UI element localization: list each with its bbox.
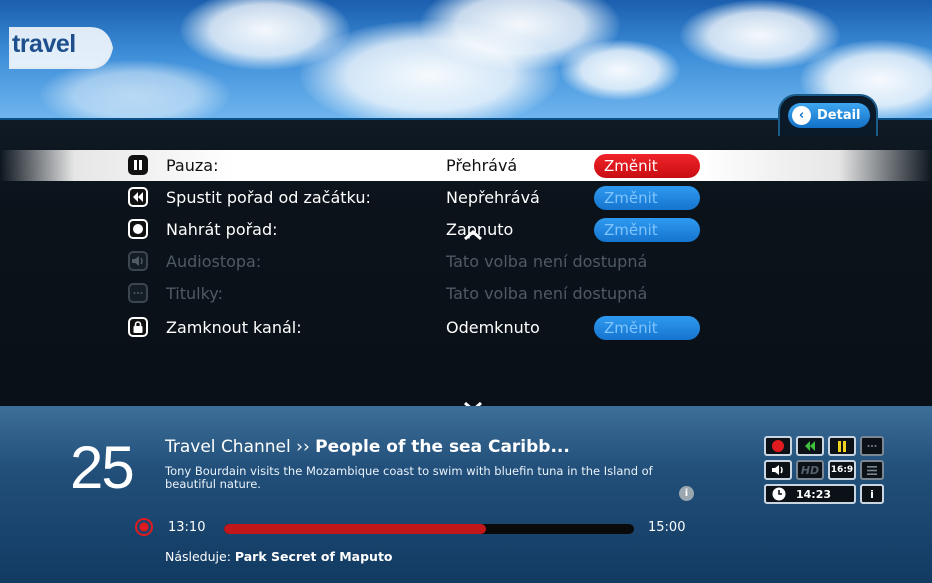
- audio-icon: [764, 460, 792, 480]
- pause-icon: [128, 155, 148, 175]
- program-description: Tony Bourdain visits the Mozambique coas…: [165, 464, 653, 491]
- program-info-bar: 25 Travel Channel ›› People of the sea C…: [0, 406, 932, 583]
- option-value: Tato volba není dostupná: [446, 284, 648, 303]
- separator: ››: [296, 437, 310, 457]
- detail-label: Detail: [817, 108, 861, 123]
- aspect-169-icon: 16:9: [828, 460, 856, 480]
- option-label: Zamknout kanál:: [166, 318, 302, 337]
- option-value: Přehrává: [446, 156, 518, 175]
- option-label: Pauza:: [166, 156, 219, 175]
- option-row-restart[interactable]: Spustit pořad od začátku: Nepřehrává Změ…: [0, 182, 932, 213]
- lock-icon: [128, 317, 148, 337]
- subtitles-icon: [860, 436, 884, 456]
- end-time: 15:00: [648, 520, 686, 535]
- options-panel: Pauza: Přehrává Změnit Spustit pořad od …: [0, 118, 932, 412]
- change-button[interactable]: Změnit: [594, 154, 700, 178]
- option-label: Spustit pořad od začátku:: [166, 188, 371, 207]
- info-icon[interactable]: i: [860, 484, 884, 504]
- rewind-icon: [128, 187, 148, 207]
- rewind-icon: [796, 436, 824, 456]
- clock-icon: [772, 487, 786, 501]
- next-program: Následuje: Park Secret of Maputo: [165, 549, 393, 564]
- option-row-record[interactable]: Nahrát pořad: Zapnuto Změnit: [0, 214, 932, 245]
- option-row-pause[interactable]: Pauza: Přehrává Změnit: [0, 150, 932, 181]
- next-label: Následuje:: [165, 549, 231, 564]
- next-program-title: Park Secret of Maputo: [234, 549, 393, 564]
- option-row-subtitles: Titulky: Tato volba není dostupná: [0, 278, 932, 309]
- option-value: Odemknuto: [446, 318, 540, 337]
- info-icon[interactable]: i: [679, 486, 694, 501]
- clock-display: 14:23: [764, 484, 856, 504]
- record-icon: [764, 436, 792, 456]
- option-label: Audiostopa:: [166, 252, 262, 271]
- option-row-audio: Audiostopa: Tato volba není dostupná: [0, 246, 932, 277]
- program-title: People of the sea Caribb...: [315, 437, 570, 457]
- detail-button[interactable]: ‹ Detail: [788, 103, 870, 128]
- program-heading: Travel Channel ›› People of the sea Cari…: [165, 437, 570, 457]
- start-time: 13:10: [168, 520, 206, 535]
- subtitles-icon: [128, 283, 148, 303]
- clock-time: 14:23: [796, 487, 832, 501]
- chevron-left-icon: ‹: [792, 106, 811, 125]
- change-button[interactable]: Změnit: [594, 186, 700, 210]
- channel-logo-text: travel: [12, 30, 76, 58]
- channel-name: Travel Channel: [165, 437, 291, 457]
- change-button[interactable]: Změnit: [594, 218, 700, 242]
- option-label: Nahrát pořad:: [166, 220, 278, 239]
- pause-icon: [828, 436, 856, 456]
- option-label: Titulky:: [166, 284, 223, 303]
- option-value: Tato volba není dostupná: [446, 252, 648, 271]
- channel-number: 25: [70, 434, 135, 501]
- progress-bar: [224, 524, 634, 534]
- hd-icon: HD: [796, 460, 824, 480]
- option-value: Nepřehrává: [446, 188, 540, 207]
- record-icon: [128, 219, 148, 239]
- change-button[interactable]: Změnit: [594, 316, 700, 340]
- option-value: Zapnuto: [446, 220, 514, 239]
- progress-fill: [224, 524, 487, 534]
- audio-icon: [128, 251, 148, 271]
- record-indicator-icon: [135, 518, 153, 536]
- list-icon: [860, 460, 884, 480]
- option-row-lock[interactable]: Zamknout kanál: Odemknuto Změnit: [0, 312, 932, 343]
